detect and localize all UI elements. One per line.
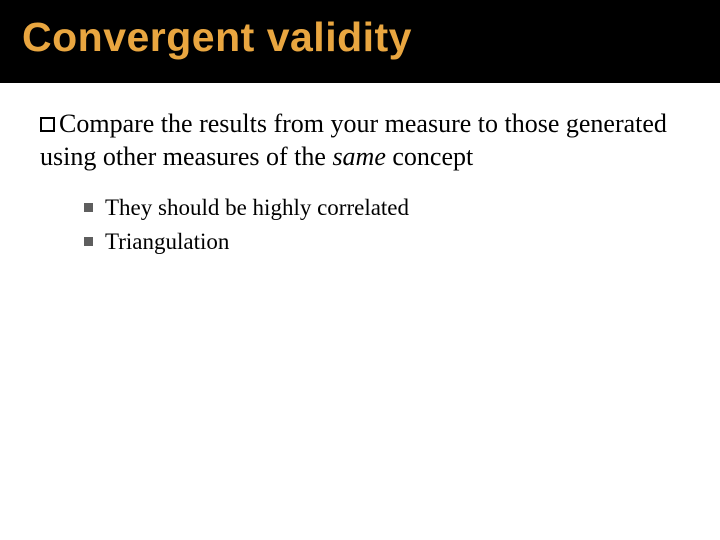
sub-bullet-item: They should be highly correlated xyxy=(84,192,680,224)
slide-content: Compare the results from your measure to… xyxy=(0,83,720,258)
sub-bullet-list: They should be highly correlated Triangu… xyxy=(84,192,680,258)
filled-square-bullet-icon xyxy=(84,203,93,212)
sub-bullet-text: Triangulation xyxy=(105,226,229,258)
square-bullet-icon xyxy=(40,117,55,132)
main-bullet-item: Compare the results from your measure to… xyxy=(40,107,680,174)
main-text-italic: same xyxy=(332,142,385,171)
main-text-post: concept xyxy=(386,142,473,171)
filled-square-bullet-icon xyxy=(84,237,93,246)
sub-bullet-item: Triangulation xyxy=(84,226,680,258)
slide-title: Convergent validity xyxy=(0,0,720,83)
main-text: Compare the results from your measure to… xyxy=(40,109,667,171)
sub-bullet-text: They should be highly correlated xyxy=(105,192,409,224)
